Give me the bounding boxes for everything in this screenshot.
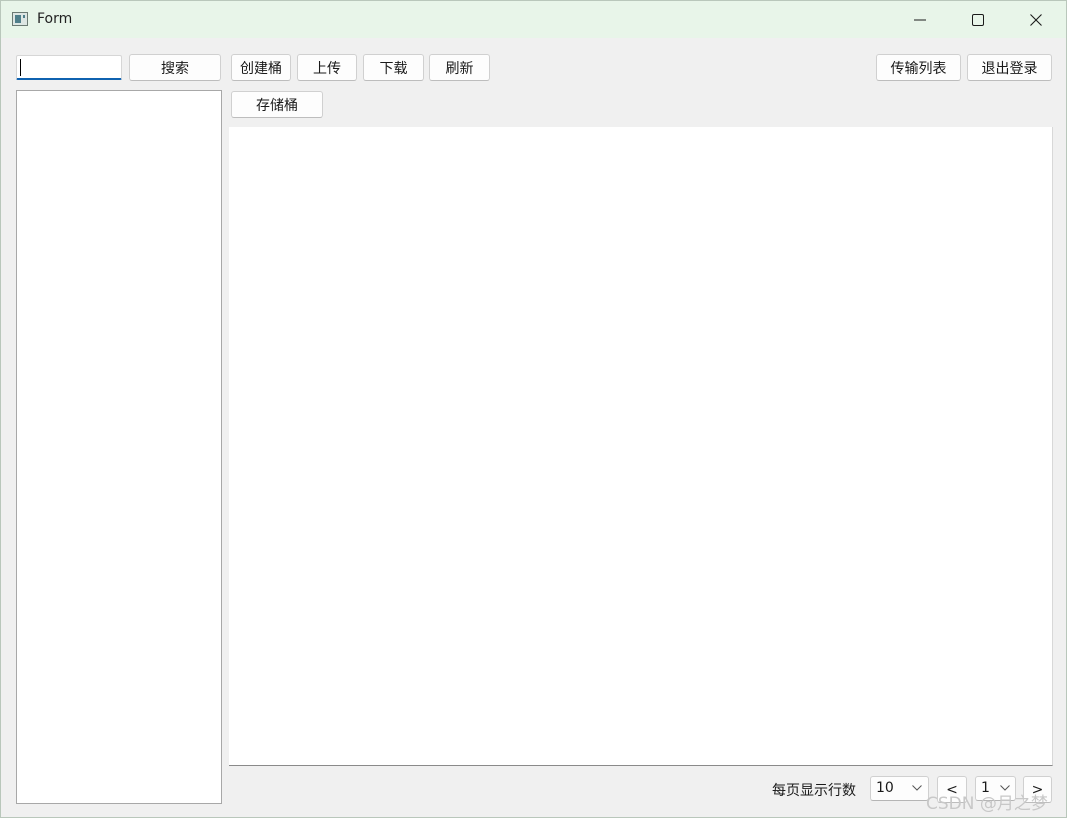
rows-per-page-select[interactable]: 10	[870, 776, 929, 801]
rows-per-page-value: 10	[876, 780, 894, 796]
close-icon	[1030, 13, 1042, 26]
download-button[interactable]: 下载	[363, 54, 424, 81]
main-window: Form 搜索 创建桶 上传 下载 刷新 传输列表 退出登录 存储桶 每页显示行…	[0, 0, 1067, 818]
file-table[interactable]	[229, 127, 1053, 766]
maximize-button[interactable]	[949, 1, 1007, 38]
maximize-icon	[972, 13, 984, 26]
text-caret	[20, 59, 21, 76]
search-input[interactable]	[16, 55, 122, 80]
title-bar[interactable]: Form	[1, 1, 1066, 38]
upload-button[interactable]: 上传	[297, 54, 357, 81]
create-bucket-button[interactable]: 创建桶	[231, 54, 291, 81]
close-button[interactable]	[1007, 1, 1065, 38]
refresh-button[interactable]: 刷新	[429, 54, 490, 81]
transfer-list-button[interactable]: 传输列表	[876, 54, 961, 81]
logout-button[interactable]: 退出登录	[967, 54, 1052, 81]
bucket-list[interactable]	[16, 90, 222, 804]
watermark: CSDN @月之梦	[926, 794, 1048, 814]
rows-per-page-label: 每页显示行数	[772, 783, 856, 799]
chevron-down-icon	[912, 785, 922, 791]
app-icon	[12, 12, 28, 26]
window-title: Form	[37, 11, 73, 27]
minimize-button[interactable]	[891, 1, 949, 38]
minimize-icon	[914, 19, 926, 20]
storage-bucket-button[interactable]: 存储桶	[231, 91, 323, 118]
search-button[interactable]: 搜索	[129, 54, 221, 81]
